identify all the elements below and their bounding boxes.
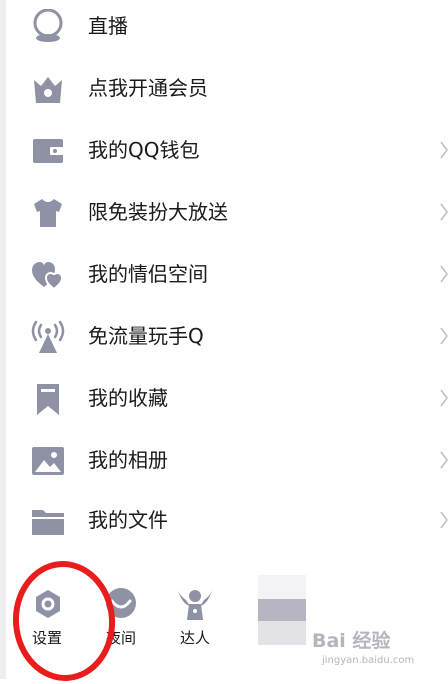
photo-album-icon <box>32 447 64 475</box>
expert-label: 达人 <box>180 629 211 647</box>
menu-item-files[interactable]: 我的文件 <box>6 490 448 552</box>
menu-item-free-data[interactable]: 免流量玩手Q <box>6 306 448 368</box>
watermark: Bai 经验 jingyan.baidu.com <box>312 625 424 673</box>
blurred-item <box>258 575 306 645</box>
vip-crown-icon <box>34 77 62 103</box>
menu-item-label: 我的收藏 <box>88 386 168 410</box>
chevron-right-icon <box>440 141 448 159</box>
menu-item-label: 免流量玩手Q <box>88 324 204 348</box>
chevron-right-icon <box>440 265 448 283</box>
menu-item-label: 点我开通会员 <box>88 76 208 100</box>
menu-item-label: 我的情侣空间 <box>88 262 208 286</box>
menu-item-couple-space[interactable]: 我的情侣空间 <box>6 244 448 306</box>
menu-item-dressup[interactable]: 限免装扮大放送 <box>6 182 448 244</box>
menu-item-wallet[interactable]: 我的QQ钱包 <box>6 120 448 182</box>
menu-item-label: 我的文件 <box>88 508 168 532</box>
menu-item-vip[interactable]: 点我开通会员 <box>6 58 448 120</box>
menu-item-label: 我的相册 <box>88 448 168 472</box>
menu-item-label: 直播 <box>88 14 128 38</box>
folder-icon <box>32 510 64 535</box>
couple-hearts-icon <box>32 262 64 291</box>
menu-item-album[interactable]: 我的相册 <box>6 430 448 492</box>
chevron-right-icon <box>440 203 448 221</box>
chevron-right-icon <box>440 389 448 407</box>
menu-item-favorites[interactable]: 我的收藏 <box>6 368 448 430</box>
watermark-logo: Bai 经验 <box>312 630 391 652</box>
expert-winged-icon <box>178 590 212 620</box>
menu-item-live[interactable]: 直播 <box>6 0 448 58</box>
watermark-url: jingyan.baidu.com <box>322 655 415 666</box>
expert-button[interactable]: 达人 <box>174 560 224 655</box>
chevron-right-icon <box>440 327 448 345</box>
wallet-icon <box>33 139 63 163</box>
shirt-icon <box>34 199 62 227</box>
antenna-icon <box>31 320 65 353</box>
bookmark-icon <box>37 384 59 415</box>
menu-item-label: 我的QQ钱包 <box>88 138 200 162</box>
chevron-right-icon <box>440 451 448 469</box>
live-icon <box>33 9 63 42</box>
menu-item-label: 限免装扮大放送 <box>88 200 228 224</box>
chevron-right-icon <box>440 511 448 529</box>
